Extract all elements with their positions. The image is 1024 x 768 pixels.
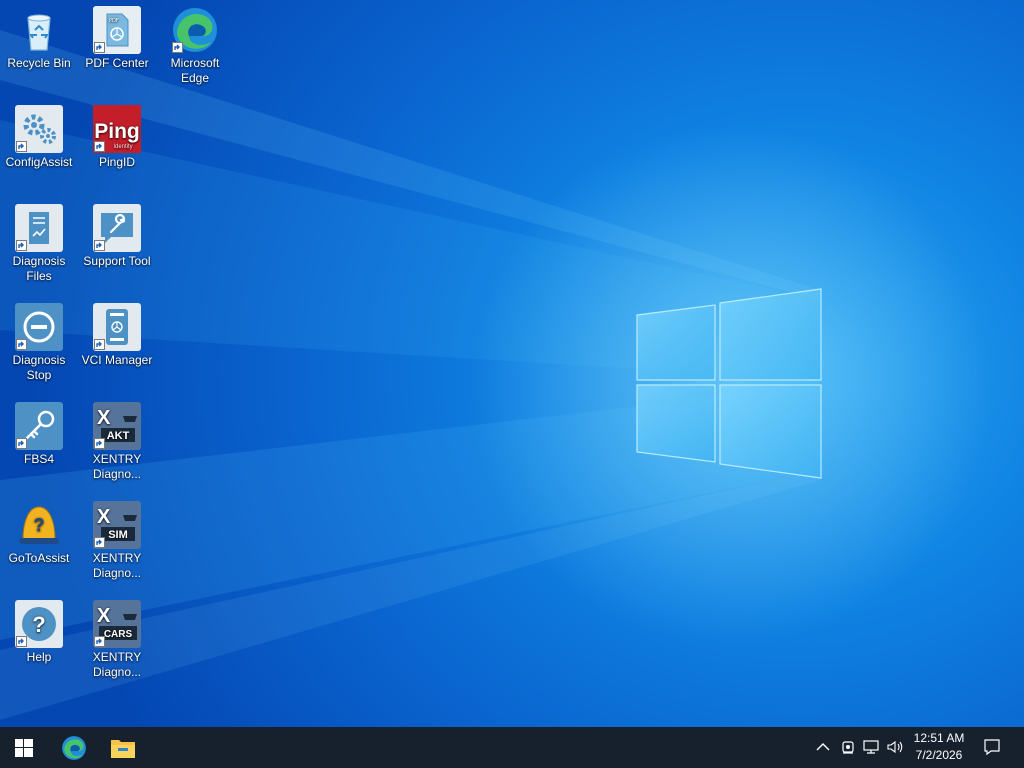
- windows-logo-icon: [15, 738, 33, 757]
- icon-label: PDF Center: [85, 56, 149, 70]
- edge-taskbar-button[interactable]: [50, 727, 98, 768]
- recycle-bin-icon: [15, 6, 63, 54]
- desktop-icon-xentry-sim[interactable]: X SIM XENTRY Diagno...: [80, 501, 154, 581]
- gotoassist-icon: ?: [15, 501, 63, 549]
- icon-label: VCI Manager: [81, 353, 153, 367]
- shortcut-arrow-icon: [94, 636, 105, 647]
- configassist-icon: [15, 105, 63, 153]
- desktop-icon-fbs4[interactable]: FBS4: [2, 402, 76, 467]
- svg-text:PDF: PDF: [109, 18, 119, 24]
- shortcut-arrow-icon: [16, 438, 27, 449]
- xentry-badge: SIM: [108, 529, 128, 541]
- meet-now-icon: [842, 741, 854, 754]
- chevron-up-icon: [816, 743, 830, 751]
- fbs4-icon: [15, 402, 63, 450]
- desktop-icon-xentry-cars[interactable]: X CARS XENTRY Diagno...: [80, 600, 154, 680]
- desktop-icon-help[interactable]: ? Help: [2, 600, 76, 665]
- action-center-button[interactable]: [982, 737, 1002, 757]
- edge-taskbar-icon: [62, 735, 86, 760]
- network-button[interactable]: [861, 737, 881, 757]
- icon-label: Diagnosis Stop: [12, 353, 66, 382]
- xentry-cars-icon: X CARS: [93, 600, 141, 648]
- file-explorer-taskbar-button[interactable]: [99, 727, 147, 768]
- shortcut-arrow-icon: [16, 240, 27, 251]
- show-hidden-icons-button[interactable]: [813, 737, 833, 757]
- clock-time: 12:51 AM: [913, 731, 965, 745]
- desktop-icon-pingid[interactable]: Ping Identity PingID: [80, 105, 154, 170]
- shortcut-arrow-icon: [94, 438, 105, 449]
- help-icon: ?: [15, 600, 63, 648]
- notifications-icon: [984, 739, 1000, 756]
- diagnosis-stop-icon: [15, 303, 63, 351]
- shortcut-arrow-icon: [172, 42, 183, 53]
- ping-logo-text: Ping: [94, 120, 140, 143]
- desktop-icon-diagnosis-stop[interactable]: Diagnosis Stop: [2, 303, 76, 383]
- xentry-sim-icon: X SIM: [93, 501, 141, 549]
- shortcut-arrow-icon: [94, 537, 105, 548]
- support-tool-icon: [93, 204, 141, 252]
- meet-now-button[interactable]: [838, 737, 858, 757]
- svg-text:?: ?: [34, 515, 45, 535]
- desktop-icon-vci-manager[interactable]: VCI Manager: [80, 303, 154, 368]
- desktop-icon-gotoassist[interactable]: ? GoToAssist: [2, 501, 76, 566]
- desktop-icon-recycle-bin[interactable]: Recycle Bin: [2, 6, 76, 71]
- desktop-icon-diagnosis-files[interactable]: Diagnosis Files: [2, 204, 76, 284]
- vci-manager-icon: [93, 303, 141, 351]
- svg-text:X: X: [97, 605, 111, 627]
- icon-label: XENTRY Diagno...: [92, 650, 142, 679]
- icon-label: GoToAssist: [8, 551, 70, 565]
- svg-text:?: ?: [32, 612, 45, 637]
- clock-date: 7/2/2026: [915, 748, 963, 762]
- icon-label: PingID: [98, 155, 136, 169]
- shortcut-arrow-icon: [94, 42, 105, 53]
- shortcut-arrow-icon: [16, 636, 27, 647]
- file-explorer-taskbar-icon: [111, 739, 135, 758]
- taskbar-clock[interactable]: 12:51 AM 7/2/2026: [906, 730, 972, 764]
- icon-label: XENTRY Diagno...: [92, 452, 142, 481]
- xentry-akt-icon: X AKT: [93, 402, 141, 450]
- shortcut-arrow-icon: [16, 141, 27, 152]
- shortcut-arrow-icon: [94, 339, 105, 350]
- icon-label: Support Tool: [83, 254, 151, 268]
- volume-icon: [887, 740, 903, 754]
- desktop-icon-pdf-center[interactable]: PDF PDF Center: [80, 6, 154, 71]
- icon-label: FBS4: [23, 452, 54, 466]
- icon-label: Help: [26, 650, 52, 664]
- shortcut-arrow-icon: [94, 240, 105, 251]
- desktop-icon-support-tool[interactable]: Support Tool: [80, 204, 154, 269]
- start-button[interactable]: [0, 727, 48, 768]
- desktop-icon-configassist[interactable]: ConfigAssist: [2, 105, 76, 170]
- svg-text:X: X: [97, 407, 111, 429]
- desktop[interactable]: Recycle Bin PDF PDF Center Microsoft Edg…: [0, 0, 1024, 727]
- pdf-center-icon: PDF: [93, 6, 141, 54]
- icon-label: Recycle Bin: [7, 56, 71, 70]
- microsoft-edge-icon: [171, 6, 219, 54]
- svg-text:X: X: [97, 506, 111, 528]
- desktop-icon-xentry-akt[interactable]: X AKT XENTRY Diagno...: [80, 402, 154, 482]
- shortcut-arrow-icon: [94, 141, 105, 152]
- ping-logo-subtext: Identity: [113, 144, 132, 150]
- icon-label: XENTRY Diagno...: [92, 551, 142, 580]
- icon-label: Microsoft Edge: [170, 56, 220, 85]
- icon-label: ConfigAssist: [5, 155, 73, 169]
- icon-label: Diagnosis Files: [12, 254, 66, 283]
- xentry-badge: AKT: [107, 430, 130, 442]
- network-icon: [863, 740, 879, 754]
- xentry-badge: CARS: [104, 629, 133, 640]
- shortcut-arrow-icon: [16, 339, 27, 350]
- pingid-icon: Ping Identity: [93, 105, 141, 153]
- diagnosis-files-icon: [15, 204, 63, 252]
- taskbar: 12:51 AM 7/2/2026: [0, 727, 1024, 768]
- volume-button[interactable]: [885, 737, 905, 757]
- desktop-icon-microsoft-edge[interactable]: Microsoft Edge: [158, 6, 232, 86]
